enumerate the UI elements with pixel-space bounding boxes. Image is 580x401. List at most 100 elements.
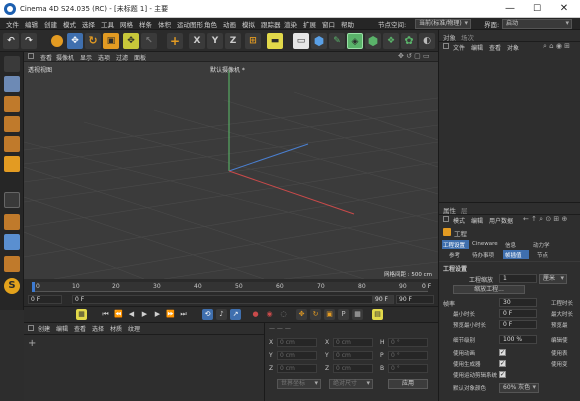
key-pla-icon[interactable]: ▦ [352,309,363,320]
menu-create[interactable]: 创建 [44,19,57,29]
menu-volume[interactable]: 体积 [158,19,171,29]
scale-field[interactable]: 1 [499,274,537,283]
end-frame-field[interactable]: 90 F [372,295,394,304]
s-plugin-icon[interactable]: S [4,278,20,294]
min-time-field[interactable]: 0 F [499,309,537,318]
render-region-icon[interactable]: ▭ [293,33,309,49]
node-space-select[interactable]: 当前(标准/物理) [415,19,471,29]
pos-x-field[interactable]: 0 cm [277,338,317,347]
menu-help[interactable]: 帮助 [341,19,354,29]
rot-h-field[interactable]: 0 ° [388,338,428,347]
close-button[interactable]: ✕ [552,2,576,16]
select-tool-icon[interactable]: ↖ [141,33,157,49]
locked-workplane-icon[interactable] [4,234,20,250]
menu-tools[interactable]: 工具 [101,19,114,29]
menu-mode[interactable]: 模式 [63,19,76,29]
render-view-icon[interactable]: ▬ [267,33,283,49]
subtab-info[interactable]: 信息 [505,241,516,249]
mat-menu-create[interactable]: 创建 [38,324,50,333]
obj-toolbar-icons[interactable]: ⌕ ⌂ ◉ ⊞ [543,42,570,51]
subtab-reference[interactable]: 参考 [449,251,460,259]
use-motion-system-checkbox[interactable]: ✓ [499,371,506,378]
field-icon[interactable]: ✿ [401,33,417,49]
play-icon[interactable]: ▶ [139,309,150,320]
rot-p-field[interactable]: 0 ° [388,351,428,360]
menu-edit[interactable]: 编辑 [25,19,38,29]
mat-menu-texture[interactable]: 纹理 [128,324,140,333]
x-axis-lock[interactable]: X [189,33,205,49]
start-frame-field[interactable]: 0 F [28,295,62,304]
use-animation-checkbox[interactable]: ✓ [499,349,506,356]
obj-menu-view[interactable]: 查看 [489,43,501,52]
current-frame-field[interactable]: 0 F [72,295,382,304]
obj-menu-edit[interactable]: 编辑 [471,43,483,52]
attr-menu-mode[interactable]: 模式 [453,216,465,225]
auto-key-icon[interactable]: ↗ [230,309,241,320]
live-select-icon[interactable] [49,33,65,49]
go-end-icon[interactable]: ⏭ [178,309,189,320]
autokey-record-icon[interactable]: ◉ [264,309,275,320]
pos-z-field[interactable]: 0 cm [277,364,317,373]
viewport-menu-filter[interactable]: 过滤 [116,53,128,62]
workplane-icon[interactable] [4,214,20,230]
playhead[interactable] [32,282,35,292]
key-rotate-icon[interactable]: ↻ [310,309,321,320]
default-color-select[interactable]: 60% 灰色 [499,383,539,393]
subtab-project-settings[interactable]: 工程设置 [442,240,469,249]
menu-mograph[interactable]: 运动图形 [177,19,203,29]
edges-mode-icon[interactable] [4,116,20,132]
mat-menu-view[interactable]: 查看 [74,324,86,333]
rot-b-field[interactable]: 0 ° [388,364,428,373]
loop-icon[interactable]: ⟲ [202,309,213,320]
subtab-nodes[interactable]: 节点 [537,251,548,259]
subtab-frame-interpolation[interactable]: 帧插值 [503,250,529,259]
timeline-window-icon[interactable]: ▤ [372,309,383,320]
undo-icon[interactable]: ↶ [3,33,19,49]
menu-tracker[interactable]: 跟踪器 [261,19,281,29]
attr-menu-edit[interactable]: 编辑 [471,216,483,225]
coord-mode-select[interactable]: 世界坐标 [277,379,321,389]
apply-button[interactable]: 应用 [388,379,428,389]
fps-field[interactable]: 30 [499,298,537,307]
menu-select[interactable]: 选择 [82,19,95,29]
subtab-cineware[interactable]: Cineware [472,241,498,247]
z-axis-lock[interactable]: Z [225,33,241,49]
menu-extensions[interactable]: 扩展 [303,19,316,29]
mat-menu-select[interactable]: 选择 [92,324,104,333]
viewport-menu-cameras[interactable]: 摄像机 [56,53,74,62]
paint-icon[interactable] [4,256,20,272]
cube-icon[interactable]: ⬢ [311,33,327,49]
preview-end-field[interactable]: 90 F [396,295,434,304]
pos-y-field[interactable]: 0 cm [277,351,317,360]
attr-menu-userdata[interactable]: 用户数据 [489,216,513,225]
sound-icon[interactable]: ♪ [216,309,227,320]
key-scale-icon[interactable]: ▣ [324,309,335,320]
menu-file[interactable]: 文件 [6,19,19,29]
minimize-button[interactable]: — [498,2,522,16]
coordinate-system-icon[interactable]: ⊞ [245,33,261,49]
viewport-menu-options[interactable]: 选项 [98,53,110,62]
scale-unit-select[interactable]: 厘米 [539,274,567,284]
polygons-mode-icon[interactable] [4,136,20,152]
pen-icon[interactable]: ✎ [329,33,345,49]
generator-icon[interactable]: ⬢ [365,33,381,49]
transform-icon[interactable]: ✥ [123,33,139,49]
points-mode-icon[interactable] [4,96,20,112]
redo-icon[interactable]: ↷ [21,33,37,49]
move-icon[interactable]: ✥ [67,33,83,49]
add-icon[interactable]: + [167,33,183,49]
next-key-icon[interactable]: ⏩ [165,309,176,320]
timeline-ruler[interactable]: 0 10 20 30 40 50 60 70 80 90 [32,282,428,292]
prev-frame-icon[interactable]: ◀ [126,309,137,320]
viewport-nav-icon[interactable]: ✥ ↺ ▢ ▭ [398,52,430,60]
use-generators-checkbox[interactable]: ✓ [499,360,506,367]
subtab-todo[interactable]: 待办事项 [472,251,494,259]
record-icon[interactable]: ● [250,309,261,320]
obj-menu-file[interactable]: 文件 [453,43,465,52]
key-move-icon[interactable]: ✥ [296,309,307,320]
key-select-icon[interactable]: ◌ [278,309,289,320]
key-param-icon[interactable]: P [338,309,349,320]
menu-render[interactable]: 渲染 [284,19,297,29]
perspective-viewport[interactable]: 透视视图 默认摄像机 * 网格间距 : 500 cm [24,62,438,279]
go-start-icon[interactable]: ⏮ [100,309,111,320]
